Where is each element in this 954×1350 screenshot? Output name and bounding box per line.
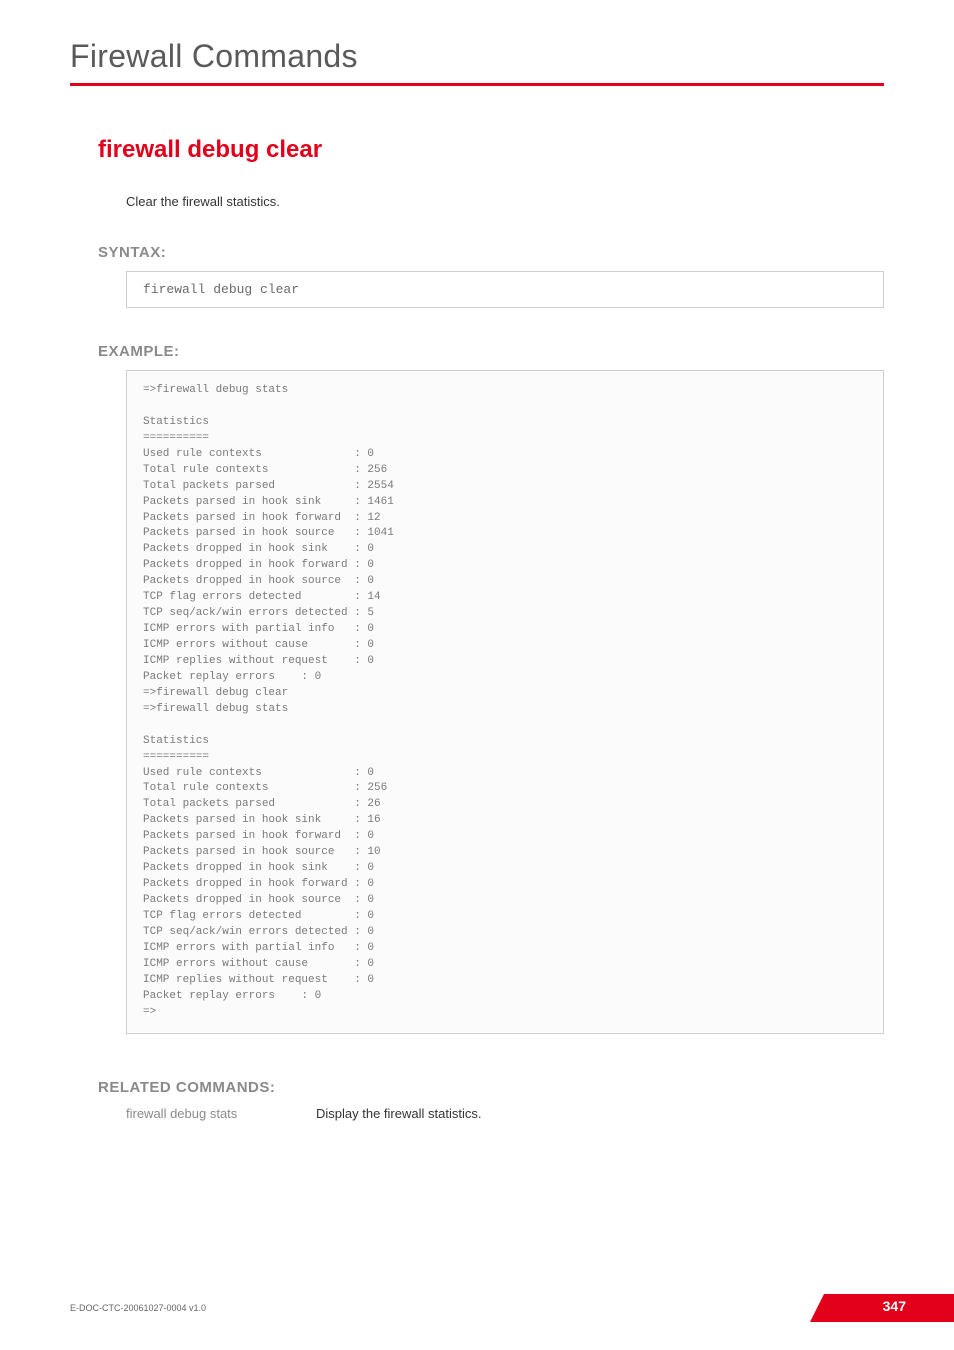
command-description: Clear the firewall statistics. [126, 194, 884, 209]
footer-doc-id: E-DOC-CTC-20061027-0004 v1.0 [70, 1303, 206, 1313]
page-number: 347 [883, 1298, 906, 1314]
page-footer: E-DOC-CTC-20061027-0004 v1.0 347 [70, 1294, 954, 1322]
related-command-name: firewall debug stats [126, 1106, 316, 1121]
related-heading: RELATED COMMANDS: [98, 1079, 884, 1096]
footer-page-tab: 347 [824, 1294, 954, 1322]
syntax-heading: SYNTAX: [98, 244, 884, 261]
command-title: firewall debug clear [98, 136, 884, 164]
example-box: =>firewall debug stats Statistics ======… [126, 370, 884, 1034]
related-command-desc: Display the firewall statistics. [316, 1106, 481, 1121]
example-heading: EXAMPLE: [98, 343, 884, 360]
related-row: firewall debug stats Display the firewal… [126, 1106, 884, 1121]
syntax-box: firewall debug clear [126, 271, 884, 308]
accent-rule [70, 83, 884, 86]
chapter-title: Firewall Commands [70, 38, 884, 75]
